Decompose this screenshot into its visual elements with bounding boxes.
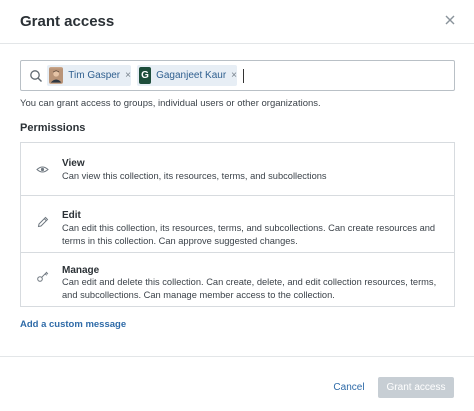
- chip-name: Tim Gasper: [68, 70, 121, 81]
- grant-access-button[interactable]: Grant access: [378, 377, 454, 398]
- chip-name: Gaganjeet Kaur: [156, 70, 227, 81]
- user-chip-gaganjeet-kaur: G Gaganjeet Kaur ×: [137, 65, 237, 86]
- permission-description: Can edit this collection, its resources,…: [62, 223, 436, 246]
- grant-access-dialog: Grant access Tim Gasper × G Gaganjeet Ka…: [0, 0, 474, 411]
- avatar: [49, 67, 64, 84]
- key-icon: [37, 271, 49, 282]
- permission-title: Manage: [62, 265, 100, 276]
- permission-option-view[interactable]: View Can view this collection, its resou…: [21, 143, 454, 195]
- permission-option-manage[interactable]: Manage Can edit and delete this collecti…: [21, 252, 454, 306]
- eye-icon: [36, 166, 49, 173]
- permission-description: Can view this collection, its resources,…: [62, 171, 327, 181]
- avatar: G: [139, 67, 152, 84]
- user-chip-tim-gasper: Tim Gasper ×: [47, 65, 131, 86]
- text-cursor: [243, 69, 244, 83]
- remove-chip-button[interactable]: ×: [125, 70, 131, 81]
- permission-title: Edit: [62, 210, 81, 221]
- dialog-title: Grant access: [20, 13, 115, 30]
- pencil-icon: [37, 216, 49, 228]
- permissions-list: View Can view this collection, its resou…: [20, 142, 455, 307]
- remove-chip-button[interactable]: ×: [231, 70, 237, 81]
- permission-option-edit[interactable]: Edit Can edit this collection, its resou…: [21, 195, 454, 252]
- add-custom-message-link[interactable]: Add a custom message: [20, 319, 126, 330]
- search-icon: [30, 70, 42, 82]
- close-icon: [445, 15, 455, 25]
- user-picker-input[interactable]: Tim Gasper × G Gaganjeet Kaur ×: [20, 60, 455, 91]
- dialog-footer: Cancel Grant access: [0, 356, 474, 411]
- permissions-heading: Permissions: [20, 122, 86, 134]
- close-button[interactable]: [443, 13, 457, 27]
- permission-description: Can edit and delete this collection. Can…: [62, 277, 437, 300]
- cancel-button[interactable]: Cancel: [329, 377, 369, 397]
- dialog-header: Grant access: [0, 0, 474, 44]
- permission-title: View: [62, 158, 85, 169]
- helper-text: You can grant access to groups, individu…: [20, 98, 321, 109]
